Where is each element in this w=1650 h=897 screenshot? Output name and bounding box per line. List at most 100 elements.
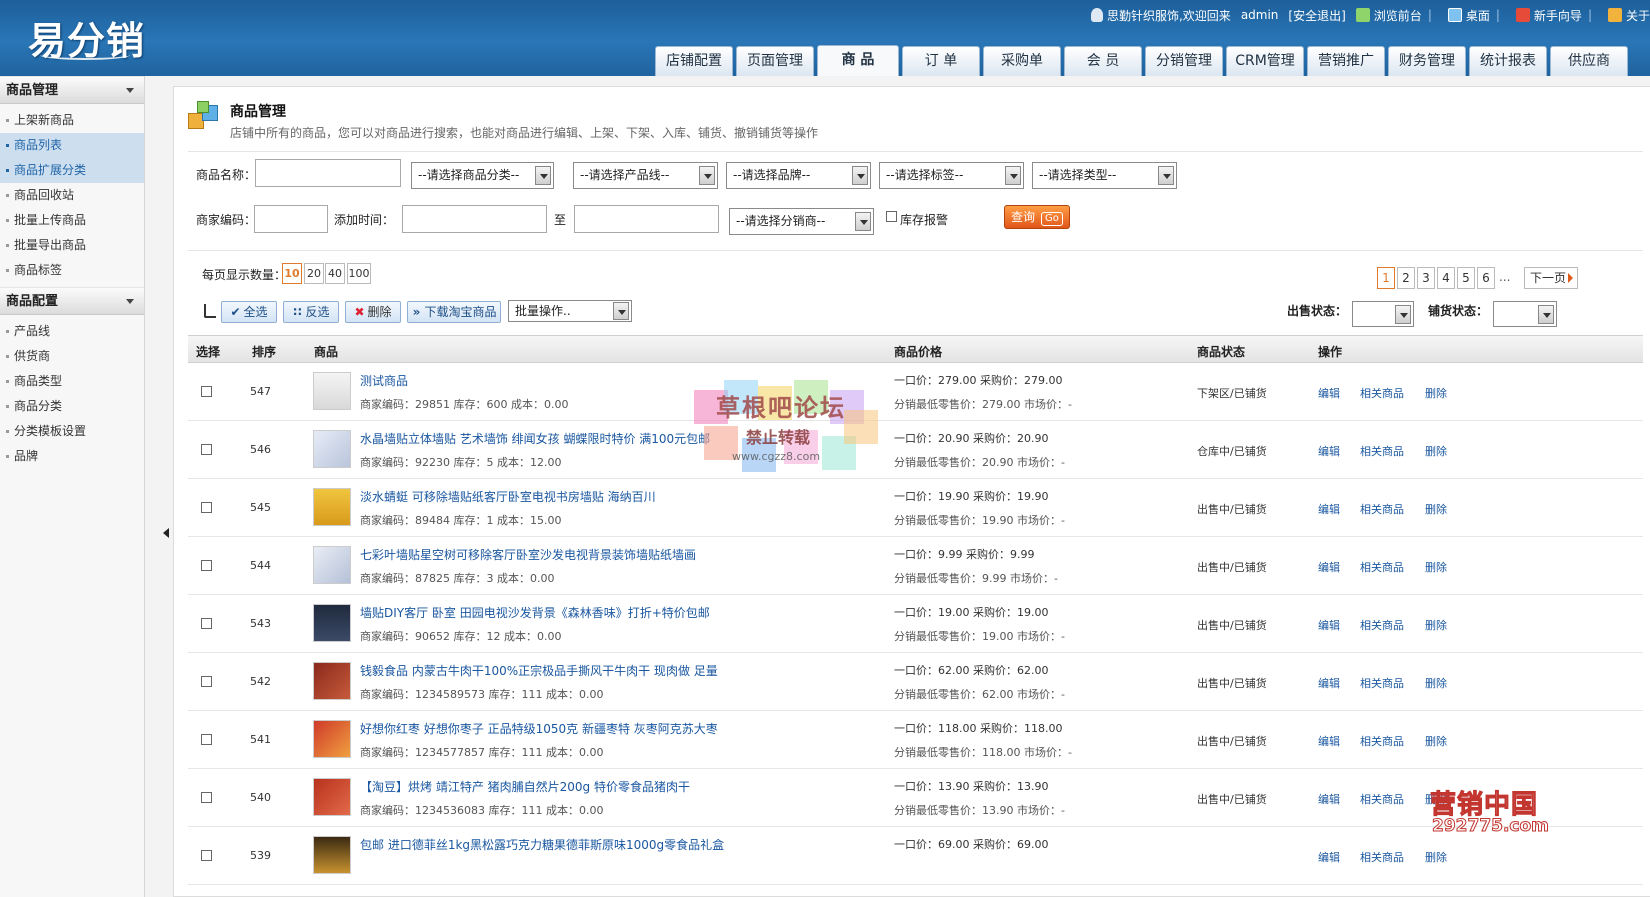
related-products-link[interactable]: 相关商品 [1360,849,1404,865]
product-name-link[interactable]: 【淘豆】烘烤 靖江特产 猪肉脯自然片200g 特价零食品猪肉干 [360,778,690,795]
product-line-select[interactable]: --请选择产品线-- [573,162,718,189]
product-thumbnail[interactable] [313,836,351,874]
delete-link[interactable]: 删除 [1425,849,1447,865]
sidebar-item[interactable]: 批量上传商品 [0,208,144,233]
logout-link[interactable]: [安全退出] [1288,7,1345,24]
sidebar-item[interactable]: 上架新商品 [0,108,144,133]
nav-tab[interactable]: 页面管理 [736,46,814,76]
nav-tab[interactable]: 订 单 [902,46,980,76]
related-products-link[interactable]: 相关商品 [1360,733,1404,749]
product-thumbnail[interactable] [313,372,351,410]
browse-front-link[interactable]: 浏览前台 [1374,7,1422,24]
delete-link[interactable]: 删除 [1425,733,1447,749]
sidebar-item[interactable]: 商品标签 [0,258,144,283]
sale-status-select[interactable] [1352,301,1414,327]
product-name-link[interactable]: 钱毅食品 内蒙古牛肉干100%正宗极品手撕风干牛肉干 现肉做 足量 [360,662,718,679]
row-checkbox[interactable] [201,676,212,687]
page-number[interactable]: 3 [1417,267,1435,289]
nav-tab[interactable]: 营销推广 [1307,46,1385,76]
product-name-link[interactable]: 包邮 进口德菲丝1kg黑松露巧克力糖果德菲斯原味1000g零食品礼盒 [360,836,724,853]
sidebar-item[interactable]: 商品回收站 [0,183,144,208]
nav-tab[interactable]: 会 员 [1064,46,1142,76]
delete-link[interactable]: 删除 [1425,617,1447,633]
delete-link[interactable]: 删除 [1425,559,1447,575]
distributor-select[interactable]: --请选择分销商-- [729,208,874,235]
sidebar-group-product-management[interactable]: 商品管理 [0,76,144,104]
select-all-button[interactable]: ✔ 全选 [221,301,277,323]
product-name-link[interactable]: 墙贴DIY客厅 卧室 田园电视沙发背景《森林香味》打折+特价包邮 [360,604,710,621]
related-products-link[interactable]: 相关商品 [1360,501,1404,517]
edit-link[interactable]: 编辑 [1318,617,1340,633]
desktop-link[interactable]: 桌面 [1466,7,1490,24]
product-thumbnail[interactable] [313,430,351,468]
product-name-input[interactable] [255,159,401,187]
about-link[interactable]: 关于 [1626,7,1650,24]
related-products-link[interactable]: 相关商品 [1360,443,1404,459]
product-name-link[interactable]: 淡水蜻蜓 可移除墙贴纸客厅卧室电视书房墙贴 海纳百川 [360,488,656,505]
sidebar-item[interactable]: 商品扩展分类 [0,158,144,183]
distribute-status-select[interactable] [1493,301,1557,327]
nav-tab[interactable]: 店铺配置 [655,46,733,76]
related-products-link[interactable]: 相关商品 [1360,617,1404,633]
product-thumbnail[interactable] [313,488,351,526]
edit-link[interactable]: 编辑 [1318,443,1340,459]
edit-link[interactable]: 编辑 [1318,849,1340,865]
edit-link[interactable]: 编辑 [1318,559,1340,575]
row-checkbox[interactable] [201,386,212,397]
delete-link[interactable]: 删除 [1425,501,1447,517]
row-checkbox[interactable] [201,850,212,861]
download-taobao-button[interactable]: » 下载淘宝商品 [407,301,501,323]
page-number[interactable]: 6 [1477,267,1495,289]
related-products-link[interactable]: 相关商品 [1360,559,1404,575]
merchant-code-input[interactable] [254,205,328,233]
nav-tab[interactable]: 分销管理 [1145,46,1223,76]
product-thumbnail[interactable] [313,662,351,700]
page-number[interactable]: 1 [1377,267,1395,289]
row-checkbox[interactable] [201,502,212,513]
page-number[interactable]: 2 [1397,267,1415,289]
page-size-option[interactable]: 40 [325,263,345,284]
delete-link[interactable]: 删除 [1425,443,1447,459]
product-thumbnail[interactable] [313,546,351,584]
delete-button[interactable]: ✖ 删除 [345,301,401,323]
brand-select[interactable]: --请选择品牌-- [726,162,871,189]
batch-operation-select[interactable]: 批量操作.. [508,300,632,322]
delete-link[interactable]: 删除 [1425,675,1447,691]
page-number[interactable]: 4 [1437,267,1455,289]
row-checkbox[interactable] [201,618,212,629]
row-checkbox[interactable] [201,734,212,745]
nav-tab[interactable]: 供应商 [1550,46,1628,76]
nav-tab[interactable]: 统计报表 [1469,46,1547,76]
sidebar-item[interactable]: 批量导出商品 [0,233,144,258]
related-products-link[interactable]: 相关商品 [1360,791,1404,807]
edit-link[interactable]: 编辑 [1318,733,1340,749]
sidebar-item[interactable]: 产品线 [0,319,144,344]
related-products-link[interactable]: 相关商品 [1360,385,1404,401]
page-size-option[interactable]: 20 [304,263,324,284]
product-name-link[interactable]: 测试商品 [360,372,408,389]
sidebar-item[interactable]: 商品类型 [0,369,144,394]
guide-link[interactable]: 新手向导 [1534,7,1582,24]
edit-link[interactable]: 编辑 [1318,385,1340,401]
nav-tab[interactable]: 商 品 [817,45,899,76]
start-date-input[interactable] [402,205,547,233]
sidebar-item[interactable]: 商品分类 [0,394,144,419]
edit-link[interactable]: 编辑 [1318,675,1340,691]
row-checkbox[interactable] [201,560,212,571]
page-size-option[interactable]: 10 [282,263,302,284]
nav-tab[interactable]: 财务管理 [1388,46,1466,76]
sidebar-item[interactable]: 供货商 [0,344,144,369]
type-select[interactable]: --请选择类型-- [1032,162,1177,189]
sidebar-item[interactable]: 品牌 [0,444,144,469]
tag-select[interactable]: --请选择标签-- [879,162,1024,189]
product-thumbnail[interactable] [313,720,351,758]
product-name-link[interactable]: 七彩叶墙贴星空树可移除客厅卧室沙发电视背景装饰墙贴纸墙画 [360,546,696,563]
search-button[interactable]: 查询 Go [1004,205,1070,229]
invert-selection-button[interactable]: ∷ 反选 [283,301,339,323]
nav-tab[interactable]: 采购单 [983,46,1061,76]
sidebar-item[interactable]: 商品列表 [0,133,144,158]
collapse-sidebar-icon[interactable] [163,528,169,538]
end-date-input[interactable] [574,205,719,233]
delete-link[interactable]: 删除 [1425,791,1447,807]
product-thumbnail[interactable] [313,604,351,642]
